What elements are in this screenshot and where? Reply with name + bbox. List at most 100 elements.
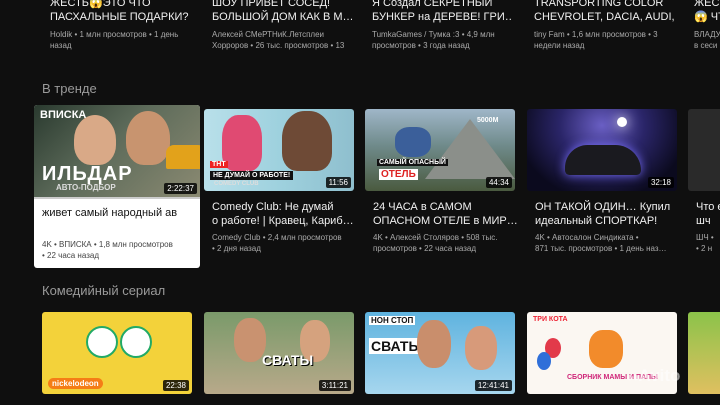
video-thumbnail: nickelodeon 22:38 <box>42 312 192 394</box>
person-lying <box>395 127 431 157</box>
video-title-line2: ОПАСНОМ ОТЕЛЕ в МИР… <box>373 215 517 227</box>
person-woman <box>222 115 262 171</box>
overlay-brand-text: ВПИСКА <box>40 109 87 121</box>
duration-badge: 3:11:21 <box>318 380 351 391</box>
video-title-line2: шч <box>696 215 711 227</box>
video-title: ЖЕСТ <box>694 0 720 9</box>
video-card-top-4[interactable]: TRANSPORTING COLOR CHEVROLET, DACIA, AUD… <box>526 0 678 56</box>
overlay-subtitle-text: САМЫЙ ОПАСНЫЙ <box>377 159 448 166</box>
cartoon-cat <box>589 330 623 368</box>
video-title: ОН ТАКОЙ ОДИН… Купил <box>535 201 671 213</box>
duration-badge: 22:38 <box>162 380 189 391</box>
video-card-comedy-2[interactable]: СВАТЫ 3:11:21 <box>204 312 354 405</box>
video-meta-line2: просмотров • 22 часа назад <box>373 244 477 253</box>
video-meta: 4K • ВПИСКА • 1,8 млн просмотров <box>42 240 173 249</box>
video-thumbnail: ВПИСКА ИЛЬДАР АВТО-ПОДБОР 2:22:37 <box>34 105 200 197</box>
video-title-line2: CHEVROLET, DACIA, AUDI, … <box>534 11 674 23</box>
video-meta: Holdik • 1 млн просмотров • 1 день <box>50 30 179 39</box>
video-title: живет самый народный ав <box>42 207 178 219</box>
video-card-trending-4[interactable]: 32:18 ОН ТАКОЙ ОДИН… Купил идеальный СПО… <box>527 109 679 259</box>
sports-car-silhouette <box>565 145 641 175</box>
duration-badge: 11:56 <box>325 177 351 188</box>
video-meta: ВЛАДУ <box>694 30 720 39</box>
overlay-channel-logo: ТНТ <box>210 161 228 168</box>
overlay-subtitle-text: АВТО-ПОДБОР <box>56 183 116 192</box>
video-meta-line2: 871 тыс. просмотров • 1 день наз… <box>535 244 667 253</box>
video-meta-line2: • 2 дня назад <box>212 244 261 253</box>
video-card-trending-5[interactable]: Что е шч ШЧ • • 2 н <box>688 109 720 259</box>
video-thumbnail: СВАТЫ 3:11:21 <box>204 312 354 394</box>
duration-badge: 2:22:37 <box>164 183 197 194</box>
video-meta: 4K • Алексей Столяров • 508 тыс. <box>373 233 498 242</box>
spongebob-eye-right <box>120 326 152 358</box>
yellow-car <box>166 145 200 169</box>
video-card-trending-2[interactable]: ТНТ НЕ ДУМАЙ О РАБОТЕ! COMEDY CLUB 11:56… <box>204 109 354 259</box>
video-card-top-3[interactable]: Я Создал СЕКРЕТНЫЙ БУНКЕР на ДЕРЕВЕ! ГРИ… <box>364 0 516 56</box>
video-title-line2: БОЛЬШОЙ ДОМ КАК В М… <box>212 11 352 23</box>
overlay-logo-text: ТРИ КОТА <box>533 316 568 323</box>
video-meta-line2: Хорроров • 26 тыс. просмотров • 13 <box>212 41 345 50</box>
overlay-title-text: ОТЕЛЬ <box>379 169 418 180</box>
video-title-line2: 😱 ЧТО <box>694 11 720 23</box>
video-thumbnail: НОН СТОП СВАТЫ 12:41:41 <box>365 312 515 394</box>
video-meta: 4K • Автосалон Синдиката • <box>535 233 639 242</box>
avito-watermark: ●●Avito <box>626 366 680 386</box>
video-card-comedy-3[interactable]: НОН СТОП СВАТЫ 12:41:41 <box>365 312 515 405</box>
overlay-title-text: СВАТЫ <box>262 352 314 368</box>
progress-bar <box>34 197 200 199</box>
video-card-trending-3[interactable]: 5000М САМЫЙ ОПАСНЫЙ ОТЕЛЬ 44:34 24 ЧАСА … <box>365 109 517 259</box>
video-thumbnail: ТНТ НЕ ДУМАЙ О РАБОТЕ! COMEDY CLUB 11:56 <box>204 109 354 191</box>
video-thumbnail: 5000М САМЫЙ ОПАСНЫЙ ОТЕЛЬ 44:34 <box>365 109 515 191</box>
video-meta: ШЧ • <box>696 233 714 242</box>
video-meta: tiny Fam • 1,6 млн просмотров • 3 <box>534 30 658 39</box>
video-title: ЖЕСТЬ😱ЭТО ЧТО <box>50 0 151 9</box>
video-meta-line2: • 2 н <box>696 244 713 253</box>
video-title-line2: идеальный СПОРТКАР! <box>535 215 658 227</box>
person-man <box>417 320 451 368</box>
video-meta-line2: просмотров • 3 года назад <box>372 41 470 50</box>
video-card-comedy-1[interactable]: nickelodeon 22:38 <box>42 312 192 405</box>
person-right <box>126 111 170 165</box>
video-thumbnail <box>688 109 720 191</box>
avito-logo-text: Avito <box>638 366 681 385</box>
video-meta-line2: недели назад <box>534 41 585 50</box>
overlay-altitude-text: 5000М <box>477 117 499 124</box>
overlay-subtitle-text: COMEDY CLUB <box>214 181 259 187</box>
video-meta-line2: в сеси <box>694 41 718 50</box>
overlay-subtitle-text: НОН СТОП <box>369 316 416 325</box>
section-heading-comedy: Комедийный сериал <box>42 283 166 298</box>
video-title: Comedy Club: Не думай <box>212 201 334 213</box>
video-thumbnail <box>688 312 720 394</box>
video-title: Я Создал СЕКРЕТНЫЙ <box>372 0 493 9</box>
mountain-shape <box>425 119 515 179</box>
video-title: Что е <box>696 201 720 213</box>
duration-badge: 12:41:41 <box>474 380 512 391</box>
avito-dots-icon: ●● <box>626 370 639 384</box>
video-meta: Comedy Club • 2,4 млн просмотров <box>212 233 342 242</box>
duration-badge: 44:34 <box>485 177 512 188</box>
spotlight <box>617 117 627 127</box>
video-card-trending-1-focused[interactable]: ВПИСКА ИЛЬДАР АВТО-ПОДБОР 2:22:37 живет … <box>34 105 200 268</box>
video-meta-line2: • 22 часа назад <box>42 251 99 260</box>
video-title: TRANSPORTING COLOR <box>534 0 664 9</box>
video-title: 24 ЧАСА в САМОМ <box>373 201 472 213</box>
person-left <box>74 115 116 165</box>
video-meta-line2: назад <box>50 41 72 50</box>
video-card-top-1[interactable]: ЖЕСТЬ😱ЭТО ЧТО ПАСХАЛЬНЫЕ ПОДАРКИ? Holdik… <box>42 0 200 56</box>
video-title-line2: БУНКЕР на ДЕРЕВЕ! ГРИ… <box>372 11 512 23</box>
spongebob-eye-left <box>86 326 118 358</box>
video-title-line2: о работе! | Кравец, Кариб… <box>212 215 354 227</box>
video-title-line2: ПАСХАЛЬНЫЕ ПОДАРКИ? <box>50 11 189 23</box>
duration-badge: 32:18 <box>647 177 674 188</box>
video-card-comedy-4[interactable]: ТРИ КОТА СБОРНИК МАМЫ И ПАПЫ <box>527 312 677 405</box>
video-card-top-5[interactable]: ЖЕСТ 😱 ЧТО ВЛАДУ в сеси <box>688 0 720 56</box>
video-card-top-2[interactable]: ШОУ ПРИВЕТ СОСЕД! БОЛЬШОЙ ДОМ КАК В М… А… <box>204 0 356 56</box>
video-meta: Алексей СМеРТНиК.Летсплеи <box>212 30 324 39</box>
balloon-blue <box>537 352 551 370</box>
video-card-comedy-5[interactable] <box>688 312 720 405</box>
person-woman <box>465 326 497 370</box>
person-man <box>282 111 332 171</box>
video-thumbnail: 32:18 <box>527 109 677 191</box>
section-heading-trending: В тренде <box>42 81 97 96</box>
overlay-title-text: СВАТЫ <box>369 338 425 354</box>
